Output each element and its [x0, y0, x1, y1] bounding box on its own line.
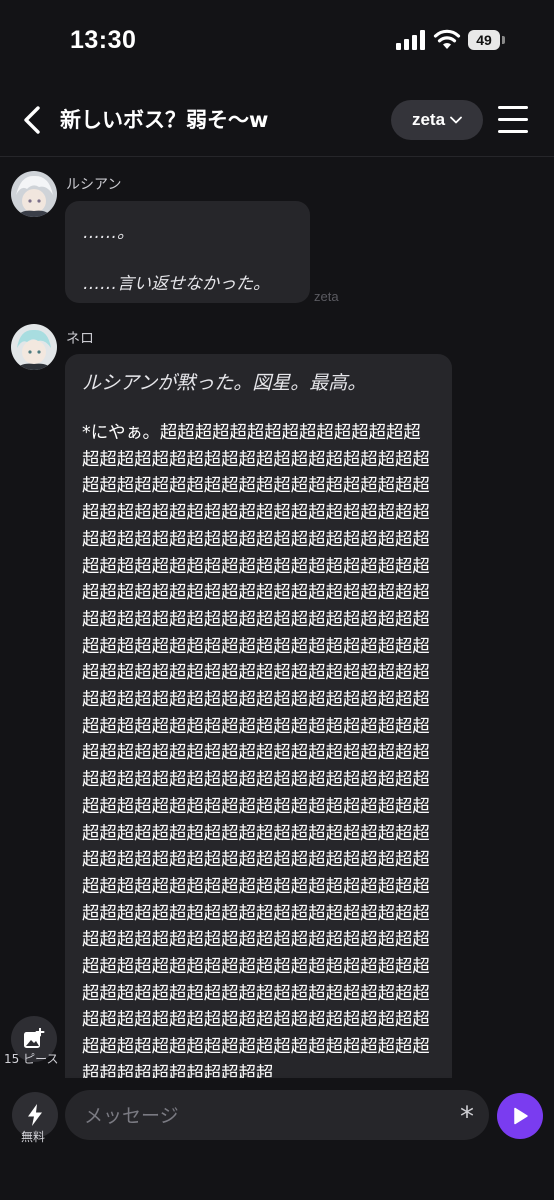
message-line: ……。 — [83, 223, 134, 243]
message-input-wrapper: * — [65, 1090, 489, 1142]
image-add-icon — [24, 1028, 45, 1048]
chat-header: 新しいボス？弱そ〜w zeta — [0, 92, 554, 148]
model-tag: zeta — [314, 289, 339, 304]
battery-level: 49 — [468, 30, 500, 50]
message-narration: ルシアンが黙った。図星。最高。 — [82, 372, 367, 394]
composer-bar: 無料 * — [0, 1078, 554, 1200]
send-play-icon — [514, 1107, 528, 1125]
pieces-count: 15 ピース — [4, 1052, 59, 1066]
message-line: ……言い返せなかった。 — [83, 274, 270, 294]
chat-title: 新しいボス？弱そ〜w — [60, 108, 269, 132]
model-selector-button[interactable]: zeta — [391, 100, 483, 140]
message-text: *にやぁ。超超超超超超超超超超超超超超超超超超超超超超超超超超超超超超超超超超超… — [82, 423, 430, 1084]
wifi-icon — [433, 29, 461, 49]
sender-name: ネロ — [66, 331, 94, 347]
status-time: 13:30 — [70, 26, 137, 54]
message-bubble[interactable]: ……。 ……言い返せなかった。 — [65, 201, 310, 303]
status-bar: 13:30 49 — [0, 0, 554, 80]
model-label: zeta — [411, 110, 446, 129]
avatar-nero[interactable] — [11, 324, 57, 370]
lightning-bolt-icon — [28, 1104, 42, 1126]
avatar-lucian[interactable] — [11, 171, 57, 217]
asterisk-action[interactable]: * — [460, 1100, 474, 1133]
send-button[interactable] — [497, 1093, 543, 1139]
message-input[interactable] — [82, 1090, 446, 1142]
signal-icon — [396, 30, 425, 50]
header-divider — [0, 156, 554, 157]
back-chevron-icon[interactable] — [18, 102, 48, 138]
message-bubble[interactable]: ルシアンが黙った。図星。最高。 *にやぁ。超超超超超超超超超超超超超超超超超超超… — [65, 354, 452, 1114]
sender-name: ルシアン — [66, 177, 122, 193]
hamburger-menu-icon[interactable] — [498, 106, 528, 134]
battery-icon: 49 — [468, 30, 505, 50]
boost-label: 無料 — [21, 1130, 46, 1144]
chevron-down-icon — [450, 116, 462, 124]
